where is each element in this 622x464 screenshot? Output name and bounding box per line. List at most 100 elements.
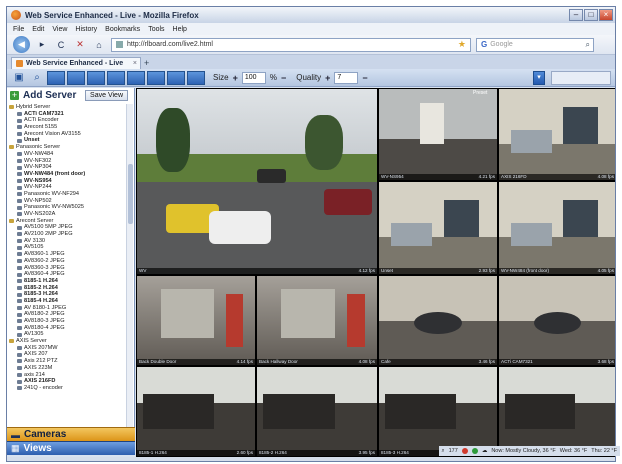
tree-camera-item[interactable]: Axis 212 PTZ <box>9 358 125 365</box>
camera-tile[interactable]: ACTi CAM7321 3.68 fps <box>498 275 615 366</box>
tree-camera-item[interactable]: AV2100 2MP JPEG <box>9 231 125 238</box>
tree-camera-item[interactable]: 241Q - encoder <box>9 385 125 392</box>
tree-camera-item[interactable]: AXIS 207MW <box>9 345 125 352</box>
tree-camera-item[interactable]: ACTi CAM7321 <box>9 111 125 118</box>
quality-input[interactable]: 7 <box>334 71 359 84</box>
tree-camera-item[interactable]: AV8180-2 JPEG <box>9 311 125 318</box>
tree-camera-item[interactable]: Panasonic WV-NF294 <box>9 191 125 198</box>
tree-camera-item[interactable]: AV 8180-1 JPEG <box>9 305 125 312</box>
minimize-button[interactable]: – <box>569 9 583 21</box>
add-server-icon[interactable]: + <box>10 90 19 100</box>
save-view-button[interactable]: Save View <box>85 89 128 101</box>
tree-camera-item[interactable]: 8185-1 H.264 <box>9 278 125 285</box>
menu-bookmarks[interactable]: Bookmarks <box>105 26 140 33</box>
menu-edit[interactable]: Edit <box>32 26 44 33</box>
tree-camera-item[interactable]: WV-NW484 <box>9 151 125 158</box>
url-bar[interactable]: http://rlboard.com/live2.html ★ <box>111 37 471 52</box>
search-icon[interactable]: ⌕ <box>29 71 45 85</box>
tree-camera-item[interactable]: AV5105 <box>9 244 125 251</box>
camera-tile[interactable]: WV 4.12 fps <box>136 88 378 275</box>
size-input[interactable]: 100 <box>241 71 266 84</box>
tree-camera-item[interactable]: AV1305 <box>9 331 125 338</box>
size-decrease-button[interactable]: − <box>279 73 288 83</box>
tab-live[interactable]: Web Service Enhanced - Live × <box>11 57 141 69</box>
tree-camera-item[interactable]: AV8360-1 JPEG <box>9 251 125 258</box>
dropdown-button[interactable]: ▾ <box>533 70 545 85</box>
tree-camera-item[interactable]: AXIS 207 <box>9 351 125 358</box>
tree-camera-item[interactable]: AV8360-2 JPEG <box>9 258 125 265</box>
tree-scrollbar[interactable] <box>126 104 133 434</box>
zoom-icon[interactable]: ⌕ <box>442 448 445 455</box>
menu-file[interactable]: File <box>13 26 24 33</box>
toolbar-field[interactable] <box>551 70 611 85</box>
tree-group[interactable]: Hybrid Server <box>9 104 125 111</box>
tree-camera-item[interactable]: ACTi Encoder <box>9 117 125 124</box>
layout-1plus7-button[interactable] <box>147 70 165 85</box>
layout-1x1-button[interactable] <box>47 70 65 85</box>
status-red-icon[interactable] <box>461 448 468 454</box>
status-green-icon[interactable] <box>471 448 478 454</box>
tree-group[interactable]: AXIS Server <box>9 338 125 345</box>
tree-camera-item[interactable]: WV-NP502 <box>9 198 125 205</box>
close-button[interactable]: × <box>599 9 613 21</box>
bookmark-star-icon[interactable]: ★ <box>458 39 466 50</box>
layout-2x2-button[interactable] <box>67 70 85 85</box>
camera-tile[interactable]: Back Hallway Door 4.08 fps <box>256 275 378 366</box>
camera-tile[interactable]: 8185-1 H.264 2.60 fps <box>136 366 256 457</box>
tree-camera-item[interactable]: AV8180-4 JPEG <box>9 325 125 332</box>
tree-camera-item[interactable]: Arecont 5155 <box>9 124 125 131</box>
tree-camera-item[interactable]: AV 3130 <box>9 238 125 245</box>
tree-camera-item[interactable]: axis 214 <box>9 372 125 379</box>
menu-tools[interactable]: Tools <box>148 26 164 33</box>
tree-camera-item[interactable]: AXIS 223M <box>9 365 125 372</box>
tree-camera-item[interactable]: WV-NS954 <box>9 178 125 185</box>
camera-tile[interactable]: WV-NS954 4.21 fps <box>378 88 498 181</box>
layout-custom-button[interactable] <box>187 70 205 85</box>
tree-camera-item[interactable]: WV-NF302 <box>9 158 125 165</box>
cameras-panel-header[interactable]: ▬ Cameras <box>7 427 135 441</box>
menu-view[interactable]: View <box>52 26 67 33</box>
monitor-icon[interactable]: ▣ <box>11 71 27 85</box>
tree-group[interactable]: Panasonic Server <box>9 144 125 151</box>
add-server-label[interactable]: Add Server <box>23 90 76 101</box>
back-icon[interactable]: ◀ <box>13 36 30 53</box>
search-icon[interactable]: ⌕ <box>586 40 590 50</box>
tree-camera-item[interactable]: AXIS 216FD <box>9 378 125 385</box>
reload-icon[interactable]: C <box>54 38 68 52</box>
size-increase-button[interactable]: + <box>231 73 240 83</box>
tree-camera-item[interactable]: WV-NW484 (front door) <box>9 171 125 178</box>
home-icon[interactable]: ⌂ <box>92 38 106 52</box>
tree-camera-item[interactable]: 8185-3 H.264 <box>9 291 125 298</box>
new-tab-button[interactable]: + <box>144 59 156 69</box>
layout-4x4-button[interactable] <box>107 70 125 85</box>
tree-camera-item[interactable]: AV8180-3 JPEG <box>9 318 125 325</box>
camera-tile[interactable]: WV-NW484 (front door) 4.05 fps <box>498 181 615 275</box>
search-box[interactable]: G Google ⌕ <box>476 37 594 52</box>
camera-tile[interactable]: 8185-4 H.2643.56 fps <box>498 366 615 457</box>
tab-close-icon[interactable]: × <box>133 60 137 67</box>
tree-camera-item[interactable]: AV8360-3 JPEG <box>9 265 125 272</box>
search-engine-icon[interactable]: G <box>481 40 487 49</box>
views-panel-header[interactable]: ▦ Views <box>7 441 135 455</box>
camera-tile[interactable]: Back Double Door 4.14 fps <box>136 275 256 366</box>
camera-tile[interactable]: Cafe 3.46 fps <box>378 275 498 366</box>
forward-icon[interactable]: ▸ <box>35 38 49 52</box>
camera-tile[interactable]: Unset 2.93 fps <box>378 181 498 275</box>
scrollbar-thumb[interactable] <box>128 164 133 224</box>
quality-decrease-button[interactable]: − <box>360 73 369 83</box>
tree-camera-item[interactable]: AV5100 5MP JPEG <box>9 224 125 231</box>
menu-help[interactable]: Help <box>173 26 187 33</box>
menu-history[interactable]: History <box>75 26 97 33</box>
tree-camera-item[interactable]: WV-NP304 <box>9 164 125 171</box>
quality-increase-button[interactable]: + <box>323 73 332 83</box>
camera-tile[interactable]: AXIS 216FD 4.08 fps <box>498 88 615 181</box>
stop-icon[interactable]: ✕ <box>73 38 87 52</box>
tree-camera-item[interactable]: WV-NS202A <box>9 211 125 218</box>
tree-group[interactable]: Arecont Server <box>9 218 125 225</box>
layout-1plus5-button[interactable] <box>127 70 145 85</box>
maximize-button[interactable]: □ <box>584 9 598 21</box>
layout-1plus12-button[interactable] <box>167 70 185 85</box>
tree-camera-item[interactable]: WV-NP244 <box>9 184 125 191</box>
tree-camera-item[interactable]: Arecont Vision AV3155 <box>9 131 125 138</box>
camera-tile[interactable]: 8185-2 H.264 3.95 fps <box>256 366 378 457</box>
